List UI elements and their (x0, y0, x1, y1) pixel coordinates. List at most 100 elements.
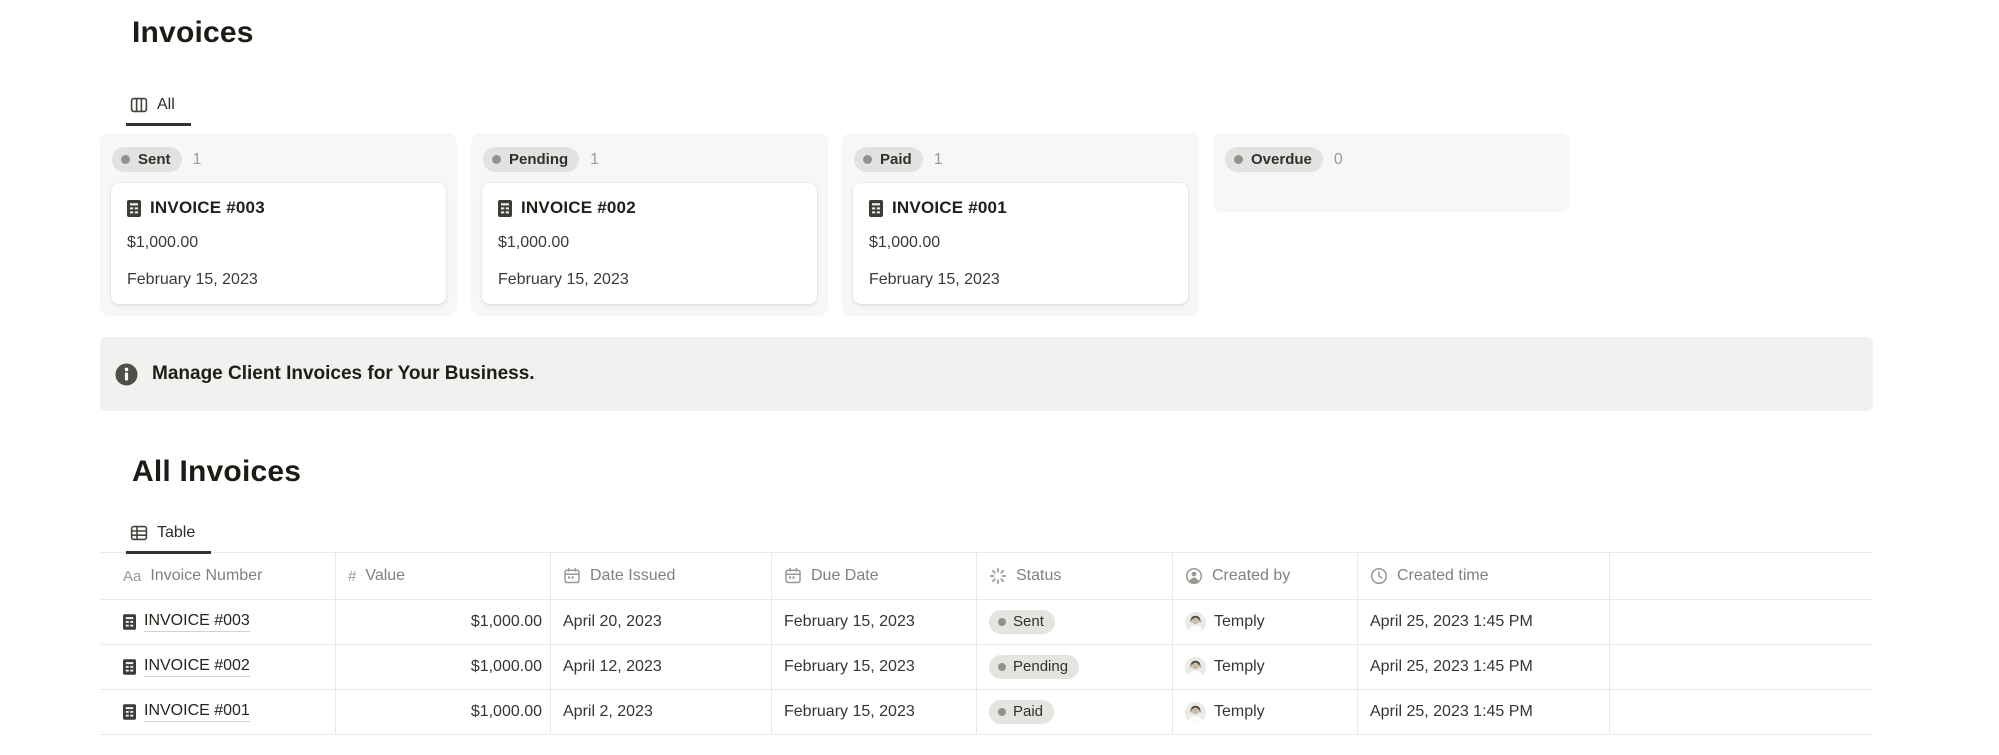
table-section-title: All Invoices (132, 453, 301, 491)
board-section-title: Invoices (132, 14, 254, 52)
status-dot-icon (998, 618, 1006, 626)
table-view-icon (130, 524, 148, 542)
column-count: 1 (590, 151, 599, 169)
value-text: $1,000.00 (471, 613, 542, 631)
due-date-text: February 15, 2023 (784, 658, 915, 676)
date-issued-text: April 12, 2023 (563, 658, 662, 676)
board-column-sent: Sent 1 INVOICE #003 $1,000.00 February 1… (100, 133, 457, 316)
invoice-card[interactable]: INVOICE #002 $1,000.00 February 15, 2023 (482, 183, 817, 304)
created-by-name: Temply (1214, 703, 1265, 721)
view-tab-label: All (157, 96, 175, 114)
invoice-number-cell[interactable]: INVOICE #002 (100, 645, 336, 689)
person-icon (1185, 567, 1203, 585)
date-issued-text: April 20, 2023 (563, 613, 662, 631)
status-cell[interactable]: Sent (977, 600, 1173, 644)
column-header-status[interactable]: Status (977, 553, 1173, 599)
receipt-icon (123, 704, 136, 720)
status-dot-icon (998, 663, 1006, 671)
page-link[interactable]: INVOICE #003 (123, 612, 250, 632)
board-view-icon (130, 96, 148, 114)
status-label: Pending (509, 150, 568, 169)
created-by-cell[interactable]: Temply (1173, 690, 1358, 734)
invoice-number-link: INVOICE #001 (144, 702, 250, 722)
page-link[interactable]: INVOICE #001 (123, 702, 250, 722)
column-header-created-time[interactable]: Created time (1358, 553, 1610, 599)
status-cell[interactable]: Paid (977, 690, 1173, 734)
created-time-cell[interactable]: April 25, 2023 1:45 PM (1358, 690, 1610, 734)
status-dot-icon (863, 155, 872, 164)
table-row: INVOICE #001 $1,000.00 April 2, 2023 Feb… (100, 690, 1872, 735)
column-count: 0 (1334, 151, 1343, 169)
card-title: INVOICE #002 (521, 198, 636, 218)
avatar (1185, 702, 1206, 723)
card-title: INVOICE #003 (150, 198, 265, 218)
status-pill: Paid (854, 147, 923, 172)
invoice-card[interactable]: INVOICE #003 $1,000.00 February 15, 2023 (111, 183, 446, 304)
date-issued-cell[interactable]: April 12, 2023 (551, 645, 772, 689)
receipt-icon (498, 200, 512, 217)
board-column-header[interactable]: Paid 1 (854, 144, 1188, 175)
info-icon (115, 363, 138, 386)
created-by-cell[interactable]: Temply (1173, 600, 1358, 644)
card-value: $1,000.00 (869, 233, 1172, 253)
calendar-icon (784, 567, 802, 585)
view-tab-table[interactable]: Table (126, 524, 211, 554)
status-label: Paid (880, 150, 912, 169)
view-tab-all[interactable]: All (126, 96, 191, 126)
board-column-header[interactable]: Sent 1 (112, 144, 446, 175)
status-dot-icon (1234, 155, 1243, 164)
date-issued-cell[interactable]: April 20, 2023 (551, 600, 772, 644)
status-dot-icon (121, 155, 130, 164)
column-count: 1 (193, 151, 202, 169)
table-view-tabs: Table (100, 512, 1872, 553)
notion-page: Invoices All Sent 1 INVOICE #003 $1,000.… (0, 0, 1999, 755)
page-link[interactable]: INVOICE #002 (123, 657, 250, 677)
status-pill: Sent (989, 610, 1055, 634)
status-label: Paid (1013, 703, 1043, 721)
callout-text: Manage Client Invoices for Your Business… (152, 363, 535, 385)
avatar (1185, 657, 1206, 678)
invoice-number-cell[interactable]: INVOICE #001 (100, 690, 336, 734)
created-time-text: April 25, 2023 1:45 PM (1370, 703, 1533, 721)
created-by-cell[interactable]: Temply (1173, 645, 1358, 689)
value-cell[interactable]: $1,000.00 (336, 690, 551, 734)
column-header-value[interactable]: #Value (336, 553, 551, 599)
column-header-date-issued[interactable]: Date Issued (551, 553, 772, 599)
receipt-icon (869, 200, 883, 217)
status-property-icon (989, 567, 1007, 585)
column-count: 1 (934, 151, 943, 169)
invoice-number-link: INVOICE #002 (144, 657, 250, 677)
board-column-pending: Pending 1 INVOICE #002 $1,000.00 Februar… (471, 133, 828, 316)
receipt-icon (127, 200, 141, 217)
value-cell[interactable]: $1,000.00 (336, 645, 551, 689)
due-date-text: February 15, 2023 (784, 613, 915, 631)
invoice-card[interactable]: INVOICE #001 $1,000.00 February 15, 2023 (853, 183, 1188, 304)
status-cell[interactable]: Pending (977, 645, 1173, 689)
column-header-created-by[interactable]: Created by (1173, 553, 1358, 599)
created-time-cell[interactable]: April 25, 2023 1:45 PM (1358, 600, 1610, 644)
date-issued-cell[interactable]: April 2, 2023 (551, 690, 772, 734)
status-pill: Sent (112, 147, 182, 172)
invoice-number-cell[interactable]: INVOICE #003 (100, 600, 336, 644)
column-header-label: Status (1016, 567, 1061, 585)
value-cell[interactable]: $1,000.00 (336, 600, 551, 644)
column-header-due-date[interactable]: Due Date (772, 553, 977, 599)
status-pill: Paid (989, 700, 1054, 724)
board-column-header[interactable]: Overdue 0 (1225, 144, 1559, 175)
invoice-number-link: INVOICE #003 (144, 612, 250, 632)
created-time-cell[interactable]: April 25, 2023 1:45 PM (1358, 645, 1610, 689)
number-property-icon: # (348, 568, 356, 585)
value-text: $1,000.00 (471, 658, 542, 676)
date-issued-text: April 2, 2023 (563, 703, 653, 721)
board-column-header[interactable]: Pending 1 (483, 144, 817, 175)
due-date-cell[interactable]: February 15, 2023 (772, 645, 977, 689)
due-date-cell[interactable]: February 15, 2023 (772, 600, 977, 644)
kanban-board: Sent 1 INVOICE #003 $1,000.00 February 1… (100, 133, 1570, 316)
due-date-cell[interactable]: February 15, 2023 (772, 690, 977, 734)
column-header-invoice-number[interactable]: AaInvoice Number (100, 553, 336, 599)
created-time-text: April 25, 2023 1:45 PM (1370, 613, 1533, 631)
callout-block: Manage Client Invoices for Your Business… (100, 337, 1873, 411)
column-header-label: Created time (1397, 567, 1489, 585)
board-view-tabs: All (100, 86, 191, 126)
column-header-spacer (1610, 553, 1872, 599)
